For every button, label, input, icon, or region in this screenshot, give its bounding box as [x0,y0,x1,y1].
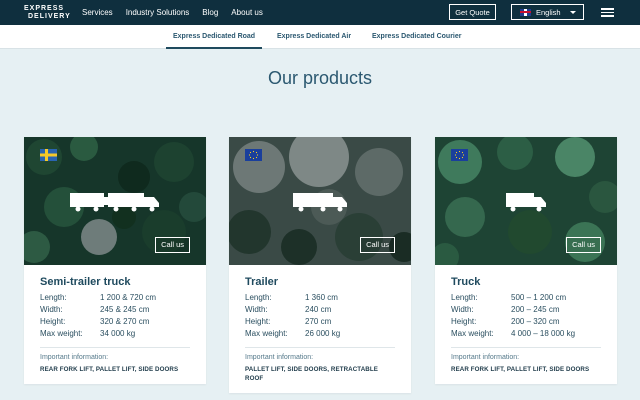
spec-label: Height: [40,317,66,326]
card-body: Semi-trailer truck Length: 1 200 & 720 cm… [24,265,206,384]
get-quote-button[interactable]: Get Quote [449,4,496,20]
important-info-value: REAR FORK LIFT, PALLET LIFT, SIDE DOORS [40,366,179,373]
card-body: Truck Length: 500 – 1 200 cm Width: 200 – … [435,265,617,384]
spec-label: Height: [245,317,271,326]
product-card-semi-trailer: Call us Semi-trailer truck Length: 1 200 … [24,137,206,384]
spec-value: 200 – 245 cm [511,305,560,314]
spec-row-width: Width: 200 – 245 cm [451,304,601,316]
forest-photo: Call us [435,137,617,265]
foggy-forest-photo: Call us [229,137,411,265]
divider [451,347,601,348]
spec-value: 200 – 320 cm [511,317,560,326]
brand-logo[interactable]: EXPRESS DELIVERY [24,5,71,21]
spec-label: Length: [40,293,67,302]
nav-link-blog[interactable]: Blog [202,8,218,17]
language-label: English [536,7,561,17]
spec-row-width: Width: 245 & 245 cm [40,304,190,316]
product-card-trailer: Call us Trailer Length: 1 360 cm Width: 24… [229,137,411,393]
spec-value: 320 & 270 cm [100,317,150,326]
product-card-truck: Call us Truck Length: 500 – 1 200 cm Widt… [435,137,617,384]
spec-row-width: Width: 240 cm [245,304,395,316]
spec-value: 240 cm [305,305,332,314]
language-selector[interactable]: English [511,4,584,20]
spec-value: 4 000 – 18 000 kg [511,329,576,338]
chevron-down-icon [570,11,576,14]
important-info-label: Important information: [40,354,109,361]
tab-express-dedicated-air[interactable]: Express Dedicated Air [277,25,351,49]
spec-value: 245 & 245 cm [100,305,150,314]
spec-label: Length: [245,293,272,302]
spec-value: 270 cm [305,317,332,326]
product-name: Semi-trailer truck [40,276,131,288]
product-category-tabs: Express Dedicated Road Express Dedicated… [0,25,640,49]
nav-link-services[interactable]: Services [82,8,113,17]
call-us-button[interactable]: Call us [360,237,395,253]
spec-row-max-weight: Max weight: 4 000 – 18 000 kg [451,328,601,340]
semi-trailer-truck-icon [70,193,159,212]
spec-row-length: Length: 500 – 1 200 cm [451,292,601,304]
trailer-truck-icon [293,193,347,212]
nav-link-about-us[interactable]: About us [231,8,263,17]
important-info-label: Important information: [451,354,520,361]
page-title: Our products [267,68,373,88]
call-us-button[interactable]: Call us [155,237,190,253]
tab-express-dedicated-road[interactable]: Express Dedicated Road [166,25,263,49]
important-info-label: Important information: [245,354,314,361]
spec-row-height: Height: 320 & 270 cm [40,316,190,328]
spec-label: Width: [245,305,268,314]
eu-flag-icon [245,149,262,161]
truck-icon [506,193,546,212]
spec-row-height: Height: 270 cm [245,316,395,328]
spec-row-max-weight: Max weight: 26 000 kg [245,328,395,340]
divider [245,347,395,348]
spec-label: Height: [451,317,477,326]
product-name: Truck [451,276,481,288]
tab-express-dedicated-courier[interactable]: Express Dedicated Courier [372,25,461,49]
uk-flag-icon [520,8,531,16]
spec-row-height: Height: 200 – 320 cm [451,316,601,328]
spec-row-max-weight: Max weight: 34 000 kg [40,328,190,340]
spec-row-length: Length: 1 360 cm [245,292,395,304]
divider [40,347,190,348]
nav-link-industry-solutions[interactable]: Industry Solutions [126,8,190,17]
spec-label: Max weight: [40,329,83,338]
forest-photo: Call us [24,137,206,265]
spec-value: 500 – 1 200 cm [511,293,567,302]
hamburger-menu-icon[interactable] [601,8,614,17]
spec-label: Width: [40,305,63,314]
spec-label: Max weight: [245,329,288,338]
important-info-value: PALLET LIFT, SIDE DOORS, RETRACTABLE ROO… [245,366,378,382]
logo-line-2: DELIVERY [28,13,71,20]
spec-label: Max weight: [451,329,494,338]
spec-value: 26 000 kg [305,329,341,338]
spec-value: 34 000 kg [100,329,136,338]
spec-label: Length: [451,293,478,302]
eu-flag-icon [451,149,468,161]
top-navigation-bar: EXPRESS DELIVERY Services Industry Solut… [0,0,640,25]
spec-row-length: Length: 1 200 & 720 cm [40,292,190,304]
spec-label: Width: [451,305,474,314]
product-name: Trailer [245,276,279,288]
sweden-flag-icon [40,149,57,161]
spec-value: 1 360 cm [305,293,338,302]
call-us-button[interactable]: Call us [566,237,601,253]
main-nav: Services Industry Solutions Blog About u… [82,0,263,25]
logo-line-1: EXPRESS [24,5,65,12]
important-info-value: REAR FORK LIFT, PALLET LIFT, SIDE DOORS [451,366,590,373]
spec-value: 1 200 & 720 cm [100,293,157,302]
card-body: Trailer Length: 1 360 cm Width: 240 cm Hei… [229,265,411,393]
